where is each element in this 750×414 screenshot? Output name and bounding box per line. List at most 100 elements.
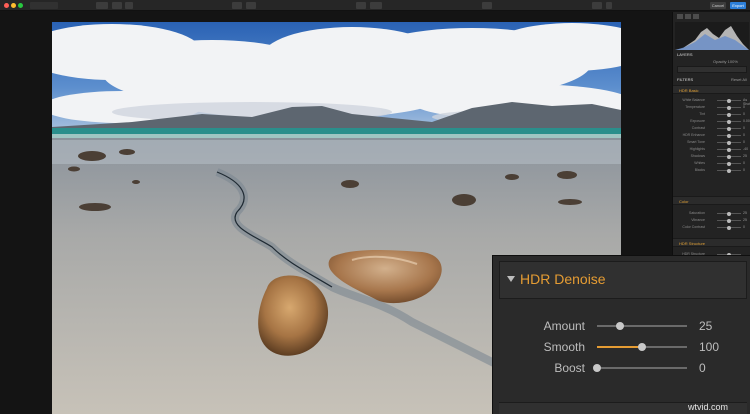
reset-all-button[interactable]: Reset All [731,77,747,82]
close-window-button[interactable] [4,3,9,8]
smooth-label: Smooth [543,340,585,354]
undo-button[interactable] [356,2,366,9]
mini-slider-knob[interactable] [727,105,731,110]
compare-button[interactable] [125,2,133,9]
info-icon[interactable] [685,14,691,19]
mini-slider-label: Temperature [685,105,705,109]
amount-slider-knob[interactable] [615,322,624,330]
mini-slider-value: 25 [743,218,747,222]
mini-slider-value: 0 [743,168,745,172]
amount-value[interactable]: 25 [699,319,712,333]
mini-slider-label: Color Contrast [682,225,705,229]
mini-slider-value: 25 [743,211,747,215]
mini-slider-knob[interactable] [727,225,731,230]
mini-slider-row[interactable]: Vibrance 25 [679,218,747,223]
mini-slider-knob[interactable] [727,218,731,223]
mini-slider-value: 0 [743,105,745,109]
collapse-triangle-icon[interactable] [507,276,515,282]
mini-slider-value: 0 [743,161,745,165]
mini-slider-row[interactable]: Exposure 0.00 [679,119,750,124]
layer-row[interactable] [677,66,747,73]
section-color-title: Color [679,199,689,204]
mini-slider-knob[interactable] [727,112,731,117]
mini-slider-knob[interactable] [727,98,731,103]
mini-slider-row[interactable]: White Balance As Shot [679,98,750,106]
mini-slider-label: Saturation [689,211,705,215]
mini-slider-knob[interactable] [727,161,731,166]
mini-slider-knob[interactable] [727,211,731,216]
fullscreen-button[interactable] [482,2,492,9]
mini-slider-value: 25 [743,154,747,158]
mini-slider-label: Vibrance [691,218,705,222]
boost-slider-knob[interactable] [593,364,601,372]
section-hdr-structure[interactable]: HDR Structure [673,238,750,247]
smooth-slider-track[interactable] [597,343,687,351]
smooth-slider-knob[interactable] [638,343,646,351]
mini-slider-row[interactable]: Contrast 0 [679,126,747,131]
section-hdr-basic[interactable]: HDR Basic [673,85,750,94]
mini-slider-value: -40 [743,147,749,151]
mini-slider-value: 0 [743,126,745,130]
app-title-bar [30,2,58,9]
crop-tool-button[interactable] [232,2,242,9]
smooth-value[interactable]: 100 [699,340,719,354]
zoom-menu-button[interactable] [96,2,108,9]
mini-slider-row[interactable]: Highlights -40 [679,147,749,152]
mini-slider-label: Contrast [691,126,705,130]
mini-slider-knob[interactable] [727,168,731,173]
mini-slider-knob[interactable] [727,147,731,152]
histogram-toggle-icon[interactable] [677,14,683,19]
boost-slider-track[interactable] [593,364,687,372]
amount-slider-row: Amount 25 [499,316,747,336]
mini-slider-label: Exposure [690,119,705,123]
section-hdr-basic-title: HDR Basic [679,88,699,93]
mini-slider-row[interactable]: Temperature 0 [679,105,747,110]
mini-slider-knob[interactable] [727,140,731,145]
mini-slider-knob[interactable] [727,133,731,138]
watermark-text: wtvid.com [688,402,729,412]
settings-button[interactable] [606,2,612,9]
hdr-denoise-title: HDR Denoise [520,271,606,287]
mini-slider-row[interactable]: Tint 0 [679,112,747,117]
history-button[interactable] [370,2,382,9]
amount-slider-track[interactable] [597,322,687,330]
view-button[interactable] [112,2,122,9]
mini-slider-label: Tint [699,112,705,116]
layers-toggle-icon[interactable] [693,14,699,19]
mini-slider-label: HDR Enhance [682,133,705,137]
mini-slider-row[interactable]: Smart Tone 0 [679,140,747,145]
mini-slider-label: Blacks [694,168,705,172]
export-button[interactable]: Export [730,2,746,9]
mini-slider-knob[interactable] [727,154,731,159]
mini-slider-knob[interactable] [727,119,731,124]
hdr-denoise-header[interactable]: HDR Denoise [499,261,747,299]
adjust-tool-button[interactable] [246,2,256,9]
boost-value[interactable]: 0 [699,361,706,375]
boost-slider-row: Boost 0 [499,358,747,378]
minimize-window-button[interactable] [11,3,16,8]
mini-slider-value: 0 [743,225,745,229]
mini-slider-label: Whites [694,161,705,165]
histogram [675,22,749,50]
mini-slider-row[interactable]: Color Contrast 0 [679,225,747,230]
layers-title: LAYERS [677,52,693,57]
share-button[interactable] [592,2,602,9]
mini-slider-row[interactable]: Shadows 25 [679,154,747,159]
section-color[interactable]: Color [673,196,750,205]
mini-slider-row[interactable]: Blacks 0 [679,168,747,173]
mini-slider-row[interactable]: Whites 0 [679,161,747,166]
maximize-window-button[interactable] [18,3,23,8]
mini-slider-label: Smart Tone [687,140,705,144]
mini-slider-value: 0.00 [743,119,750,123]
cancel-button[interactable]: Cancel [710,2,726,9]
mini-slider-value: 0 [743,140,745,144]
mini-slider-label: Shadows [690,154,705,158]
mini-slider-row[interactable]: HDR Enhance 0 [679,133,747,138]
hdr-denoise-panel: HDR Denoise Amount 25 Smooth 100 Boost 0 [492,255,750,414]
smooth-slider-row: Smooth 100 [499,337,747,357]
filters-title: FILTERS [677,77,694,82]
opacity-label[interactable]: Opacity 100% [713,59,738,64]
mini-slider-knob[interactable] [727,126,731,131]
mini-slider-row[interactable]: Saturation 25 [679,211,747,216]
boost-label: Boost [554,361,585,375]
